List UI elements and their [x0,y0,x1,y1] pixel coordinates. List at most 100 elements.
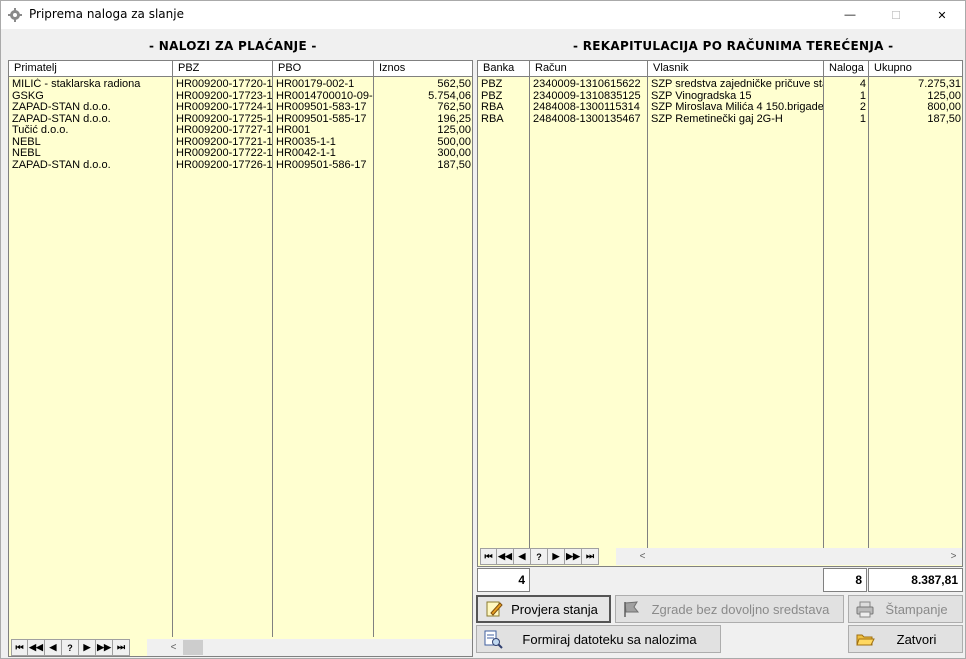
pbz-cell[interactable]: HR009200-17725-17 [173,113,272,125]
col-divider [648,77,824,548]
right-hscrollbar[interactable]: < > [616,548,962,565]
buildings-insufficient-funds-button[interactable]: Zgrade bez dovoljno sredstava [615,595,844,623]
nav-next-page-button[interactable]: ▶▶ [565,548,582,565]
nav-first-button[interactable]: ⏮ [11,639,28,656]
primatelj-cell[interactable]: GSKG [9,90,172,102]
print-button[interactable]: Štampanje [848,595,963,623]
iznos-cell[interactable]: 500,00 [374,136,472,148]
col-header-iznos[interactable]: Iznos [374,61,472,77]
primatelj-cell[interactable]: MILIĆ - staklarska radiona [9,78,172,90]
iznos-cell[interactable]: 125,00 [374,124,472,136]
vlasnik-cell[interactable]: SZP Remetinečki gaj 2G-H [648,113,823,125]
ukupno-cell[interactable]: 7.275,31 [869,78,962,90]
col-header-naloga[interactable]: Naloga [824,61,869,77]
naloga-cell[interactable]: 1 [824,90,868,102]
close-icon: ✕ [937,9,947,22]
recap-grid[interactable]: Banka Račun Vlasnik Naloga Ukupno PBZ 234… [477,60,963,567]
nav-prev-page-button[interactable]: ◀◀ [28,639,45,656]
check-balance-label: Provjera stanja [511,601,598,617]
nav-prev-page-button[interactable]: ◀◀ [497,548,514,565]
print-label: Štampanje [885,601,948,617]
ukupno-cell[interactable]: 800,00 [869,101,962,113]
left-hscrollbar[interactable]: < [147,639,472,656]
primatelj-cell[interactable]: ZAPAD-STAN d.o.o. [9,101,172,113]
pbz-cell[interactable]: HR009200-17721-17 [173,136,272,148]
primatelj-cell[interactable]: ZAPAD-STAN d.o.o. [9,159,172,171]
col-header-ukupno[interactable]: Ukupno [869,61,962,77]
col-header-vlasnik[interactable]: Vlasnik [648,61,824,77]
pbo-cell[interactable]: HR0035-1-1 [273,136,373,148]
nav-last-button[interactable]: ⏭ [582,548,599,565]
nav-next-button[interactable]: ▶ [548,548,565,565]
iznos-cell[interactable]: 562,50 [374,78,472,90]
iznos-cell[interactable]: 196,25 [374,113,472,125]
primatelj-cell[interactable]: ZAPAD-STAN d.o.o. [9,113,172,125]
pbo-cell[interactable]: HR001 [273,124,373,136]
naloga-cell[interactable]: 1 [824,113,868,125]
col-header-pbz[interactable]: PBZ [173,61,273,77]
col-divider [824,77,869,548]
col-header-racun[interactable]: Račun [530,61,648,77]
pbz-cell[interactable]: HR009200-17723-17 [173,90,272,102]
primatelj-cell[interactable]: NEBL [9,147,172,159]
close-window-button[interactable]: ✕ [919,1,965,29]
nav-prev-button[interactable]: ◀ [514,548,531,565]
vlasnik-cell[interactable]: SZP Vinogradska 15 [648,90,823,102]
minimize-button[interactable]: — [827,1,873,29]
nav-help-button[interactable]: ? [62,639,79,656]
scroll-left-icon[interactable]: < [634,548,651,565]
printer-icon [856,601,874,618]
col-header-banka[interactable]: Banka [478,61,530,77]
scroll-left-icon[interactable]: < [165,639,182,656]
folder-open-icon [856,634,875,646]
pbo-cell[interactable]: HR009501-585-17 [273,113,373,125]
iznos-cell[interactable]: 762,50 [374,101,472,113]
close-button[interactable]: Zatvori [848,625,963,653]
primatelj-cell[interactable]: NEBL [9,136,172,148]
banka-cell[interactable]: PBZ [478,90,529,102]
racun-cell[interactable]: 2484008-1300135467 [530,113,647,125]
create-file-label: Formiraj datoteku sa nalozima [522,631,697,647]
racun-cell[interactable]: 2340009-1310835125 [530,90,647,102]
pbo-cell[interactable]: HR009501-583-17 [273,101,373,113]
pbo-cell[interactable]: HR0014700010-09-1 [273,90,373,102]
pbo-cell[interactable]: HR00179-002-1 [273,78,373,90]
iznos-cell[interactable]: 5.754,06 [374,90,472,102]
pbz-cell[interactable]: HR009200-17724-17 [173,101,272,113]
banka-cell[interactable]: PBZ [478,78,529,90]
pbz-cell[interactable]: HR009200-17722-17 [173,147,272,159]
pbo-cell[interactable]: HR0042-1-1 [273,147,373,159]
iznos-cell[interactable]: 300,00 [374,147,472,159]
pbz-cell[interactable]: HR009200-17727-17 [173,124,272,136]
banka-cell[interactable]: RBA [478,113,529,125]
naloga-cell[interactable]: 2 [824,101,868,113]
pbo-cell[interactable]: HR009501-586-17 [273,159,373,171]
nav-help-button[interactable]: ? [531,548,548,565]
window-title: Priprema naloga za slanje [29,7,184,21]
check-balance-button[interactable]: Provjera stanja [476,595,611,623]
col-header-pbo[interactable]: PBO [273,61,374,77]
scroll-thumb[interactable] [183,640,203,655]
col-header-primatelj[interactable]: Primatelj [9,61,173,77]
nav-prev-button[interactable]: ◀ [45,639,62,656]
nav-next-page-button[interactable]: ▶▶ [96,639,113,656]
pbz-cell[interactable]: HR009200-17720-17 [173,78,272,90]
vlasnik-cell[interactable]: SZP Miroslava Milića 4 150.brigade 3 [648,101,823,113]
nav-first-button[interactable]: ⏮ [480,548,497,565]
ukupno-cell[interactable]: 187,50 [869,113,962,125]
naloga-cell[interactable]: 4 [824,78,868,90]
primatelj-cell[interactable]: Tučić d.o.o. [9,124,172,136]
pbz-cell[interactable]: HR009200-17726-17 [173,159,272,171]
nav-next-button[interactable]: ▶ [79,639,96,656]
maximize-button[interactable]: ☐ [873,1,919,29]
vlasnik-cell[interactable]: SZP sredstva zajedničke pričuve sta [648,78,823,90]
iznos-cell[interactable]: 187,50 [374,159,472,171]
nav-last-button[interactable]: ⏭ [113,639,130,656]
ukupno-cell[interactable]: 125,00 [869,90,962,102]
scroll-right-icon[interactable]: > [945,548,962,565]
create-file-button[interactable]: Formiraj datoteku sa nalozima [476,625,721,653]
banka-cell[interactable]: RBA [478,101,529,113]
racun-cell[interactable]: 2340009-1310615622 [530,78,647,90]
racun-cell[interactable]: 2484008-1300115314 [530,101,647,113]
payment-orders-grid[interactable]: Primatelj PBZ PBO Iznos MILIĆ - staklars… [8,60,473,657]
